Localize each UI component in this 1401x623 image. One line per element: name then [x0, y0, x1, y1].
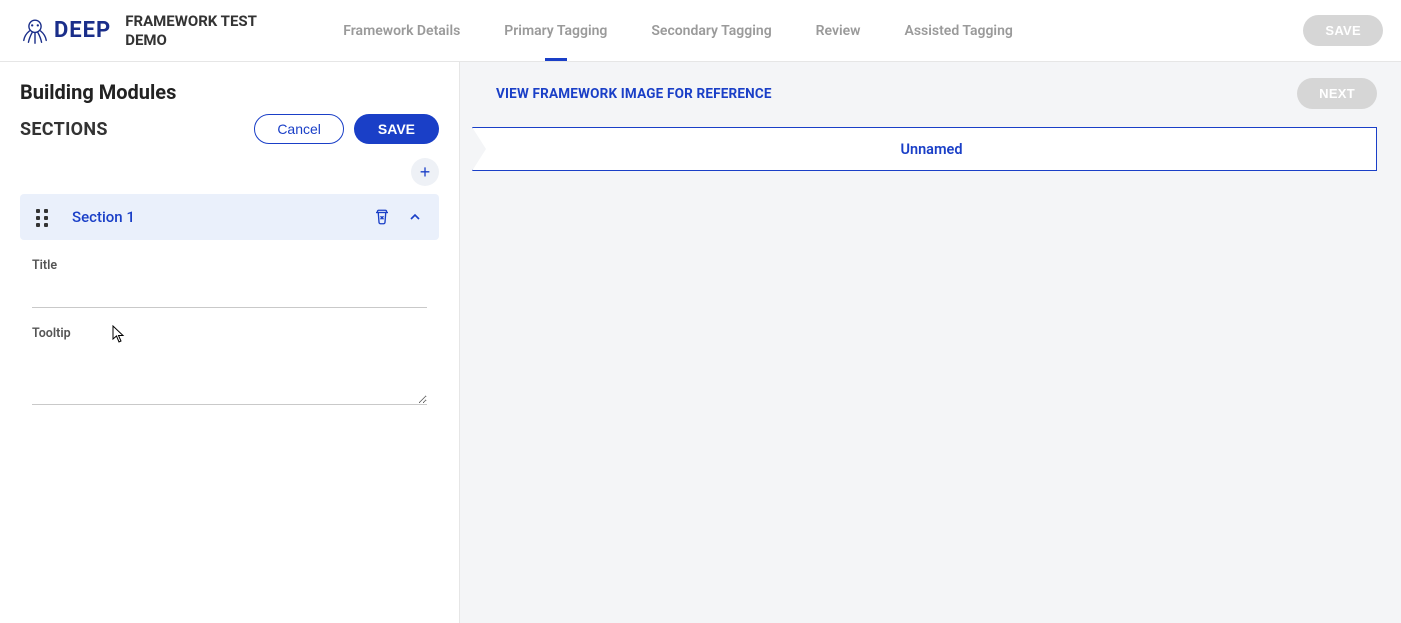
save-button[interactable]: SAVE [354, 114, 439, 144]
section-card: Section 1 [20, 194, 439, 240]
tab-assisted-tagging[interactable]: Assisted Tagging [905, 0, 1013, 61]
title-input[interactable] [32, 279, 427, 308]
project-title: FRAMEWORK TEST DEMO [125, 12, 295, 50]
tab-secondary-tagging[interactable]: Secondary Tagging [651, 0, 771, 61]
sidebar: Building Modules SECTIONS Cancel SAVE + … [0, 62, 460, 623]
page-title: Building Modules [20, 80, 439, 104]
cancel-button[interactable]: Cancel [254, 114, 344, 144]
add-section-button[interactable]: + [411, 158, 439, 186]
octopus-logo-icon [20, 16, 50, 46]
breadcrumb-label: Unnamed [900, 141, 962, 158]
section-name[interactable]: Section 1 [72, 208, 373, 226]
sections-heading: SECTIONS [20, 119, 108, 140]
title-label: Title [32, 258, 427, 273]
tooltip-label: Tooltip [32, 326, 427, 341]
breadcrumb-bar[interactable]: Unnamed [472, 127, 1377, 171]
tab-review[interactable]: Review [816, 0, 861, 61]
next-button[interactable]: NEXT [1297, 78, 1377, 109]
collapse-section-button[interactable] [407, 209, 423, 225]
tooltip-input[interactable] [32, 347, 427, 405]
view-framework-image-link[interactable]: VIEW FRAMEWORK IMAGE FOR REFERENCE [496, 86, 772, 102]
drag-handle-icon[interactable] [36, 209, 52, 225]
tab-primary-tagging[interactable]: Primary Tagging [504, 0, 607, 61]
logo-text: DEEP [54, 18, 111, 43]
delete-section-button[interactable] [373, 208, 391, 226]
main: Building Modules SECTIONS Cancel SAVE + … [0, 62, 1401, 623]
plus-icon: + [420, 162, 431, 183]
tab-framework-details[interactable]: Framework Details [343, 0, 460, 61]
logo[interactable]: DEEP [20, 16, 111, 46]
content: VIEW FRAMEWORK IMAGE FOR REFERENCE NEXT … [460, 62, 1401, 623]
trash-icon [373, 208, 391, 226]
nav-tabs: Framework Details Primary Tagging Second… [343, 0, 1013, 61]
top-nav: DEEP FRAMEWORK TEST DEMO Framework Detai… [0, 0, 1401, 62]
header-save-button[interactable]: SAVE [1303, 15, 1383, 46]
chevron-up-icon [407, 209, 423, 225]
